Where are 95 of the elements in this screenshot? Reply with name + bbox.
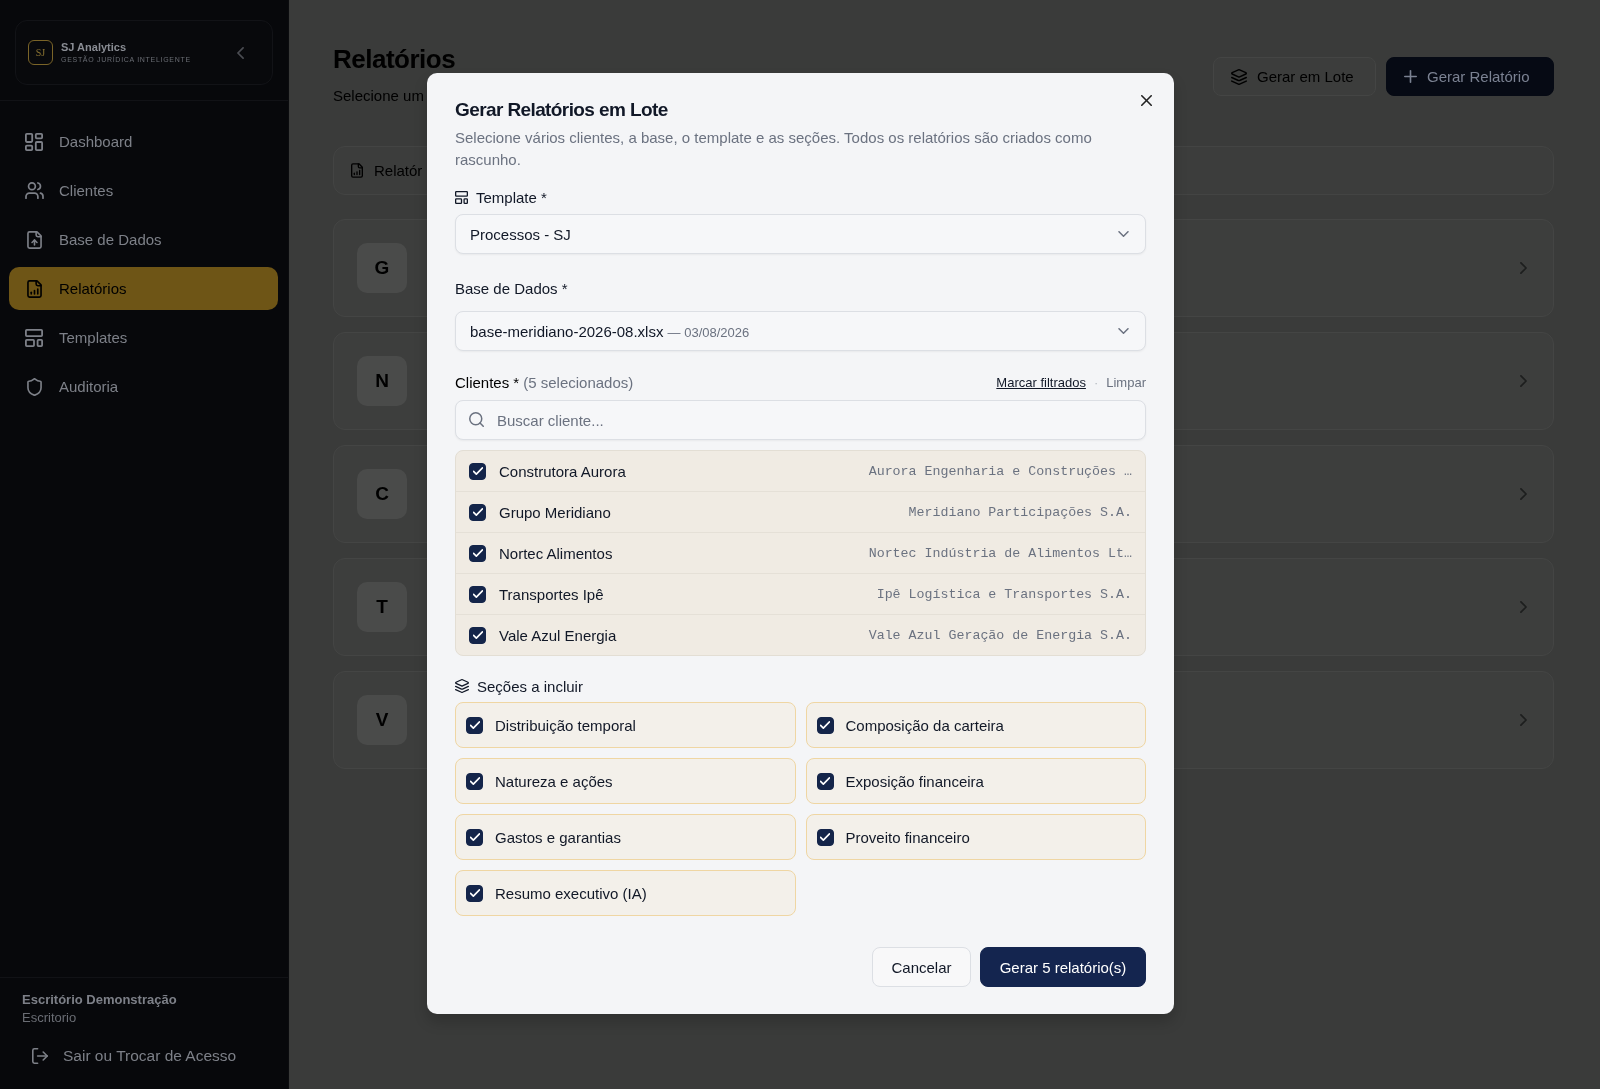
- check-icon: [469, 721, 480, 729]
- account-role: Escritorio: [22, 1010, 78, 1026]
- checkbox[interactable]: [816, 716, 834, 734]
- link-separator: ·: [1093, 374, 1099, 390]
- checkbox[interactable]: [466, 884, 483, 902]
- template-select[interactable]: Processos - SJ: [455, 214, 1146, 254]
- initial-avatar: N: [357, 356, 407, 406]
- client-legal-name: Nortec Indústria de Alimentos Lt…: [868, 545, 1132, 561]
- client-name: Vale Azul Energia: [499, 626, 617, 644]
- check-icon: [472, 508, 483, 516]
- nav-item[interactable]: Auditoria: [9, 365, 278, 408]
- logout-link[interactable]: Sair ou Trocar de Acesso: [22, 1036, 266, 1076]
- field-label: Template *: [476, 188, 547, 206]
- chevron-down-icon: [1118, 328, 1129, 334]
- check-icon: [472, 590, 483, 598]
- checkbox[interactable]: [466, 772, 483, 790]
- checkbox[interactable]: [469, 626, 486, 644]
- search-field[interactable]: Buscar cliente...: [455, 400, 1146, 440]
- chevron-right-icon: [1520, 488, 1527, 500]
- client-name: Grupo Meridiano: [499, 503, 611, 521]
- initial-avatar: T: [357, 582, 407, 632]
- check-icon: [820, 833, 830, 841]
- users-icon: [24, 182, 44, 199]
- section-option[interactable]: Distribuição temporal: [455, 702, 796, 748]
- check-icon: [469, 889, 480, 897]
- chevron-right-icon: [1520, 601, 1527, 613]
- nav-item[interactable]: Dashboard: [9, 120, 278, 163]
- clear-link[interactable]: Limpar: [1106, 374, 1146, 390]
- generate-button[interactable]: Gerar 5 relatório(s): [980, 947, 1146, 987]
- shield-icon: [26, 377, 42, 396]
- checkbox[interactable]: [466, 716, 483, 734]
- layout-icon: [25, 328, 43, 347]
- check-icon: [472, 467, 483, 475]
- section-option[interactable]: Exposição financeira: [805, 758, 1146, 804]
- selected-count: (5 selecionados): [523, 373, 634, 391]
- file-upload-icon: [26, 230, 42, 249]
- initial-avatar: G: [357, 243, 407, 293]
- generate-report-button[interactable]: Gerar Relatório: [1386, 57, 1554, 96]
- section-option[interactable]: Resumo executivo (IA): [455, 870, 796, 916]
- field-label: Base de Dados *: [455, 279, 568, 297]
- checkbox[interactable]: [466, 828, 483, 846]
- select-filtered-link[interactable]: Marcar filtrados: [996, 374, 1086, 390]
- checkbox[interactable]: [469, 503, 486, 521]
- initial-avatar: C: [357, 469, 407, 519]
- section-option[interactable]: Composição da carteira: [805, 702, 1146, 748]
- checkbox[interactable]: [469, 462, 486, 480]
- checkbox[interactable]: [469, 585, 486, 603]
- plus-icon: [1404, 70, 1417, 83]
- cancel-button[interactable]: Cancelar: [872, 947, 971, 987]
- field-label: Clientes *: [455, 373, 520, 391]
- checkbox[interactable]: [816, 772, 834, 790]
- client-name: Transportes Ipê: [499, 585, 604, 603]
- checkbox[interactable]: [469, 544, 486, 562]
- chevron-down-icon: [1118, 231, 1129, 237]
- section-option[interactable]: Proveito financeiro: [805, 814, 1146, 860]
- client-name: Nortec Alimentos: [499, 544, 613, 562]
- layers-icon: [1231, 68, 1247, 85]
- layers-icon: [455, 679, 469, 693]
- search-icon: [469, 412, 484, 427]
- brand-name: SJ Analytics: [61, 41, 127, 53]
- database-select[interactable]: base-meridiano-2026-08.xlsx — 03/08/2026: [455, 311, 1146, 351]
- field-label: Seções a incluir: [477, 677, 583, 695]
- layout-icon: [455, 190, 468, 204]
- client-legal-name: Aurora Engenharia e Construções …: [868, 463, 1132, 479]
- account-name: Escritório Demonstração: [22, 992, 178, 1008]
- client-name: Construtora Aurora: [499, 462, 626, 480]
- chevron-right-icon: [1520, 375, 1527, 387]
- check-icon: [820, 721, 830, 729]
- check-icon: [469, 777, 480, 785]
- chevron-right-icon: [1520, 714, 1527, 726]
- client-legal-name: Ipê Logística e Transportes S.A.: [876, 586, 1132, 602]
- check-icon: [820, 777, 830, 785]
- dashboard-icon: [25, 132, 43, 151]
- client-legal-name: Vale Azul Geração de Energia S.A.: [868, 627, 1132, 643]
- nav-item[interactable]: Clientes: [9, 169, 278, 212]
- client-legal-name: Meridiano Participações S.A.: [908, 504, 1132, 520]
- initial-avatar: V: [357, 695, 407, 745]
- nav-item[interactable]: Templates: [9, 316, 278, 359]
- file-chart-icon: [26, 279, 42, 298]
- dialog-description: Selecione vários clientes, a base, o template e as seções. Todos os relatórios são criados como rascunho.: [455, 128, 1093, 170]
- close-icon[interactable]: [1141, 95, 1152, 106]
- page-title: Relatórios: [333, 46, 456, 72]
- dialog-title: Gerar Relatórios em Lote: [455, 98, 669, 122]
- section-option[interactable]: Gastos e garantias: [455, 814, 796, 860]
- logout-icon: [32, 1048, 48, 1064]
- section-option[interactable]: Natureza e ações: [455, 758, 796, 804]
- check-icon: [472, 549, 483, 557]
- file-chart-icon: [351, 163, 363, 178]
- chevron-right-icon: [1520, 262, 1527, 274]
- check-icon: [472, 631, 483, 639]
- page-subtitle: Selecione um: [333, 86, 424, 106]
- checkbox[interactable]: [816, 828, 834, 846]
- check-icon: [469, 833, 480, 841]
- nav-item[interactable]: Base de Dados: [9, 218, 278, 261]
- logo-mark: SJ: [28, 40, 53, 65]
